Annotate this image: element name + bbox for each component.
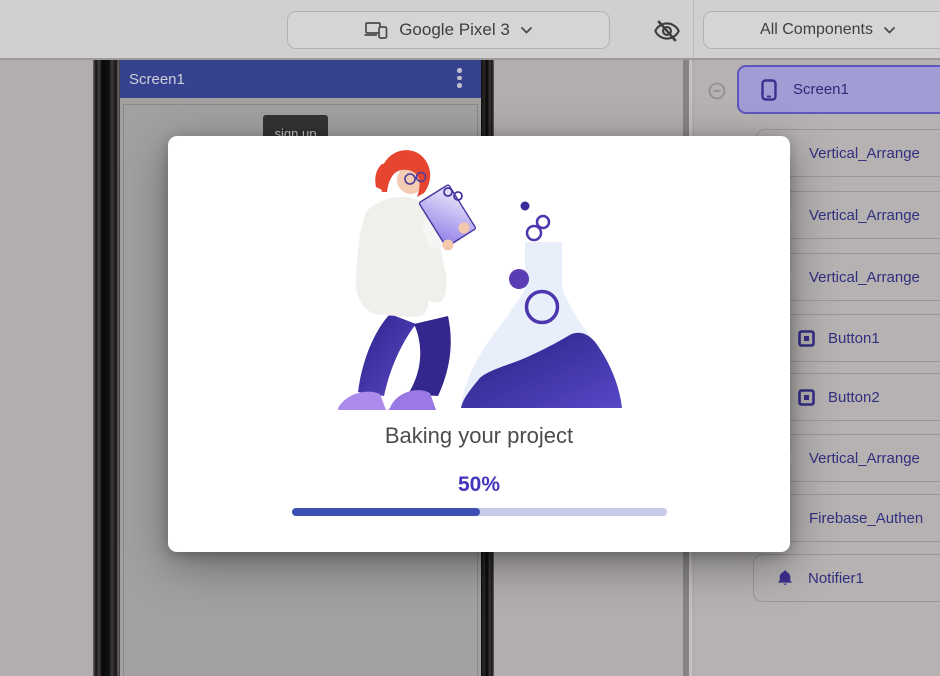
devices-icon bbox=[364, 20, 389, 40]
tree-item-label: Screen1 bbox=[793, 81, 849, 98]
phone-screen-title: Screen1 bbox=[129, 71, 185, 88]
tree-item-label: Vertical_Arrange bbox=[809, 145, 920, 162]
tree-item-label: Vertical_Arrange bbox=[809, 207, 920, 224]
device-selector-dropdown[interactable]: Google Pixel 3 bbox=[287, 11, 610, 49]
tree-item-label: Button1 bbox=[828, 330, 880, 347]
tree-item-screen1[interactable]: Screen1 bbox=[737, 65, 940, 114]
eye-off-icon[interactable] bbox=[653, 17, 681, 45]
tree-item-notifier1[interactable]: Notifier1 bbox=[753, 554, 940, 602]
device-selector-label: Google Pixel 3 bbox=[399, 20, 510, 40]
tree-item-label: Vertical_Arrange bbox=[809, 269, 920, 286]
tree-item-button2[interactable]: Button2 bbox=[776, 373, 940, 421]
toolbar-divider bbox=[693, 0, 694, 58]
progress-bar bbox=[292, 508, 667, 516]
progress-percent-label: 50% bbox=[168, 473, 790, 497]
collapse-minus-icon[interactable] bbox=[708, 82, 726, 100]
tree-item-button1[interactable]: Button1 bbox=[776, 314, 940, 362]
button-icon bbox=[798, 327, 815, 349]
dialog-title: Baking your project bbox=[168, 423, 790, 449]
components-filter-dropdown[interactable]: All Components bbox=[703, 11, 940, 49]
progress-bar-fill bbox=[292, 508, 480, 516]
phone-bezel-left bbox=[93, 60, 120, 676]
chevron-down-icon bbox=[520, 26, 533, 35]
tree-item-label: Notifier1 bbox=[808, 570, 864, 587]
app-builder-window: Screen1 sign up Screen1 Vertical_ bbox=[0, 0, 940, 676]
tree-item-label: Button2 bbox=[828, 389, 880, 406]
kebab-menu-icon[interactable] bbox=[457, 68, 463, 92]
phone-titlebar: Screen1 bbox=[120, 60, 481, 98]
top-toolbar: Google Pixel 3 All Components bbox=[0, 0, 940, 60]
button-icon bbox=[798, 386, 815, 408]
tree-item-label: Vertical_Arrange bbox=[809, 450, 920, 467]
tree-item-label: Firebase_Authen bbox=[809, 510, 923, 527]
baking-progress-dialog: Baking your project 50% bbox=[168, 136, 790, 552]
scientist-with-flask-illustration bbox=[332, 146, 652, 418]
chevron-down-icon bbox=[883, 26, 896, 35]
components-filter-label: All Components bbox=[760, 21, 873, 39]
bell-icon bbox=[776, 567, 793, 589]
smartphone-icon bbox=[760, 79, 777, 101]
